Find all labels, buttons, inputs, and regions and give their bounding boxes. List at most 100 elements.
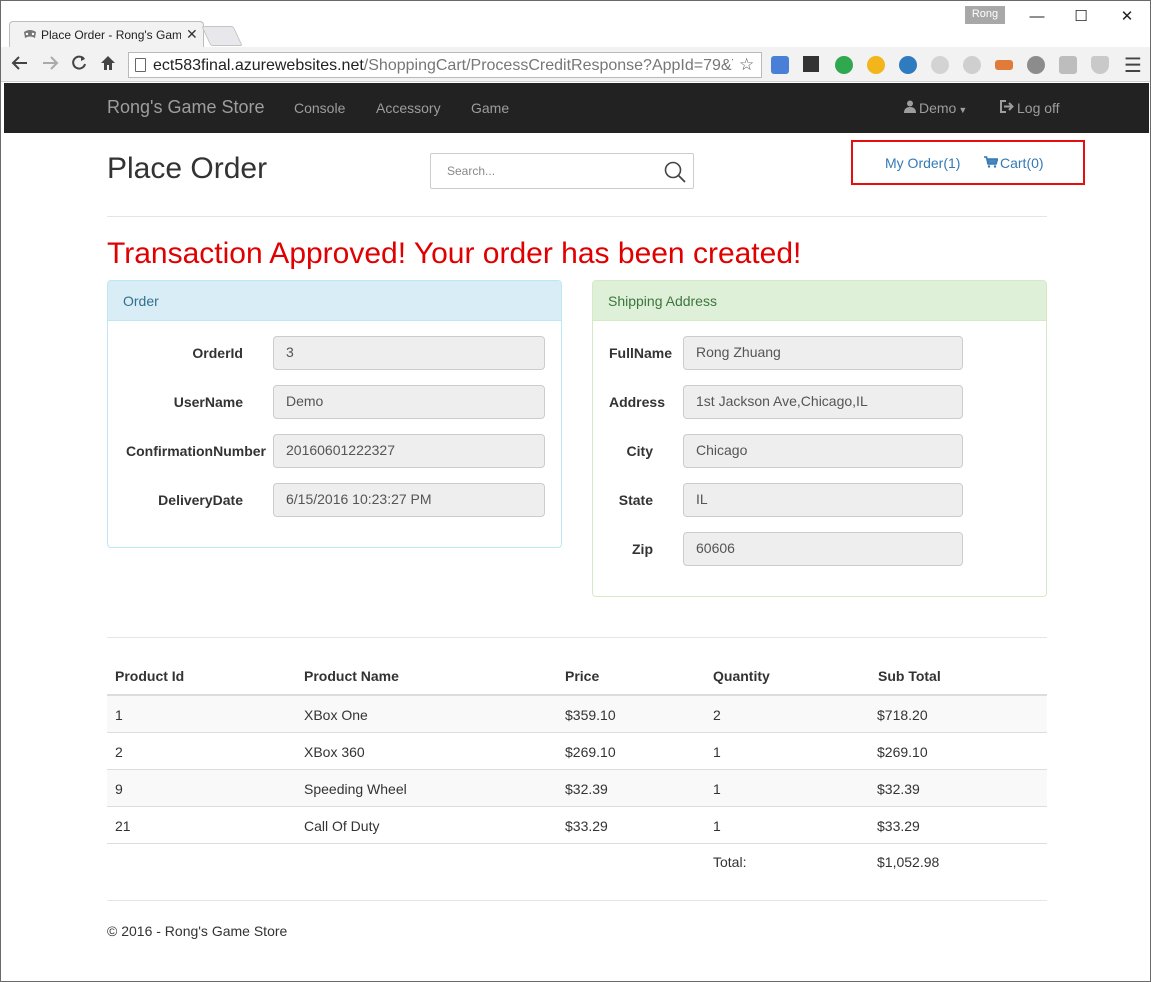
success-message: Transaction Approved! Your order has bee… (107, 237, 802, 270)
nav-accessory[interactable]: Accessory (376, 100, 441, 116)
cell-sub-total: $32.39 (877, 781, 920, 797)
state-label: State (618, 492, 653, 508)
back-arrow-icon[interactable] (11, 54, 29, 76)
zip-field[interactable]: 60606 (683, 532, 963, 566)
col-header-product-id: Product Id (115, 668, 185, 684)
cell-quantity: 2 (713, 707, 721, 723)
cell-quantity: 1 (713, 818, 721, 834)
logout-link[interactable]: Log off (1000, 100, 1060, 116)
username-label: UserName (173, 394, 243, 410)
shield-extension-icon[interactable] (1091, 56, 1109, 74)
cart-link[interactable]: Cart(0) (984, 155, 1044, 171)
user-menu[interactable]: Demo ▼ (904, 100, 967, 116)
table-row: 2 XBox 360 $269.10 1 $269.10 (107, 733, 1047, 770)
site-navbar: Rong's Game Store Console Accessory Game… (4, 83, 1149, 133)
tab-title: Place Order - Rong's Game Store (41, 28, 181, 42)
minimize-icon[interactable]: — (1019, 6, 1055, 28)
nav-console[interactable]: Console (294, 100, 345, 116)
orderid-field[interactable]: 3 (273, 336, 545, 370)
nav-game[interactable]: Game (471, 100, 509, 116)
qr-code-extension-icon[interactable] (803, 56, 819, 72)
table-row: 21 Call Of Duty $33.29 1 $33.29 (107, 807, 1047, 844)
brand-link[interactable]: Rong's Game Store (107, 97, 265, 118)
atom-extension-icon[interactable] (963, 56, 981, 74)
reload-icon[interactable] (70, 54, 88, 76)
col-header-quantity: Quantity (713, 668, 770, 684)
compass-extension-icon[interactable] (1027, 56, 1045, 74)
cell-product-name: XBox 360 (304, 744, 365, 760)
cell-quantity: 1 (713, 781, 721, 797)
address-label: Address (608, 394, 665, 410)
title-bar: Place Order - Rong's Game Store ✕ Rong —… (1, 1, 1150, 47)
browser-window: Place Order - Rong's Game Store ✕ Rong —… (0, 0, 1151, 982)
new-tab-button[interactable] (201, 26, 243, 46)
col-header-sub-total: Sub Total (878, 668, 941, 684)
orderid-label: OrderId (192, 345, 243, 361)
confirmation-number-label: ConfirmationNumber (126, 443, 266, 459)
fullname-field[interactable]: Rong Zhuang (683, 336, 963, 370)
header-divider (107, 216, 1047, 217)
zip-label: Zip (632, 541, 653, 557)
yellow-extension-icon[interactable] (867, 56, 885, 74)
address-field[interactable]: 1st Jackson Ave,Chicago,IL (683, 385, 963, 419)
forward-arrow-icon[interactable] (41, 54, 59, 76)
close-window-icon[interactable]: ✕ (1109, 6, 1145, 28)
total-label: Total: (713, 854, 747, 870)
shipping-panel-heading: Shipping Address (593, 281, 1046, 321)
city-field[interactable]: Chicago (683, 434, 963, 468)
favicon-icon (22, 28, 38, 40)
total-value: $1,052.98 (877, 854, 940, 870)
green-extension-icon[interactable] (835, 56, 853, 74)
cell-product-id: 2 (115, 744, 123, 760)
cell-product-id: 1 (115, 707, 123, 723)
home-icon[interactable] (99, 54, 117, 76)
username-field[interactable]: Demo (273, 385, 545, 419)
cell-product-name: XBox One (304, 707, 368, 723)
gray-extension-icon[interactable] (931, 56, 949, 74)
caret-down-icon: ▼ (958, 105, 968, 115)
translate-extension-icon[interactable] (771, 56, 789, 74)
fullname-label: FullName (608, 345, 672, 361)
footer-divider (107, 900, 1047, 901)
browser-toolbar: ect583final.azurewebsites.net/ShoppingCa… (1, 47, 1150, 82)
cell-quantity: 1 (713, 744, 721, 760)
cell-price: $269.10 (565, 744, 616, 760)
page-title: Place Order (107, 152, 268, 185)
user-icon (904, 100, 916, 116)
globe-extension-icon[interactable] (899, 56, 917, 74)
page-icon (135, 58, 146, 72)
url-text: ect583final.azurewebsites.net/ShoppingCa… (153, 57, 733, 74)
state-field[interactable]: IL (683, 483, 963, 517)
my-order-link[interactable]: My Order(1) (885, 155, 960, 171)
browser-tab[interactable]: Place Order - Rong's Game Store ✕ (9, 21, 204, 47)
address-bar[interactable]: ect583final.azurewebsites.net/ShoppingCa… (128, 52, 762, 78)
city-label: City (626, 443, 653, 459)
maximize-icon[interactable]: ☐ (1063, 6, 1099, 28)
logout-icon (1000, 100, 1014, 116)
cell-product-id: 21 (115, 818, 131, 834)
profile-badge[interactable]: Rong (965, 6, 1005, 24)
table-row: 9 Speeding Wheel $32.39 1 $32.39 (107, 770, 1047, 807)
table-row: 1 XBox One $359.10 2 $718.20 (107, 696, 1047, 733)
cell-sub-total: $33.29 (877, 818, 920, 834)
search-input[interactable] (431, 154, 659, 188)
cell-price: $359.10 (565, 707, 616, 723)
cell-product-name: Speeding Wheel (304, 781, 407, 797)
col-header-product-name: Product Name (304, 668, 399, 684)
footer-copyright: © 2016 - Rong's Game Store (107, 923, 288, 939)
cell-sub-total: $718.20 (877, 707, 928, 723)
tab-close-icon[interactable]: ✕ (186, 26, 198, 43)
search-icon[interactable] (663, 160, 687, 184)
delivery-date-field[interactable]: 6/15/2016 10:23:27 PM (273, 483, 545, 517)
cell-sub-total: $269.10 (877, 744, 928, 760)
search-box (430, 153, 694, 189)
colorful-extension-icon[interactable] (995, 60, 1013, 70)
cube-extension-icon[interactable] (1059, 56, 1077, 74)
menu-icon[interactable]: ☰ (1124, 53, 1142, 78)
confirmation-number-field[interactable]: 20160601222327 (273, 434, 545, 468)
cell-price: $33.29 (565, 818, 608, 834)
cell-product-id: 9 (115, 781, 123, 797)
bookmark-star-icon[interactable]: ☆ (739, 55, 754, 75)
col-header-price: Price (565, 668, 600, 684)
cell-product-name: Call Of Duty (304, 818, 380, 834)
